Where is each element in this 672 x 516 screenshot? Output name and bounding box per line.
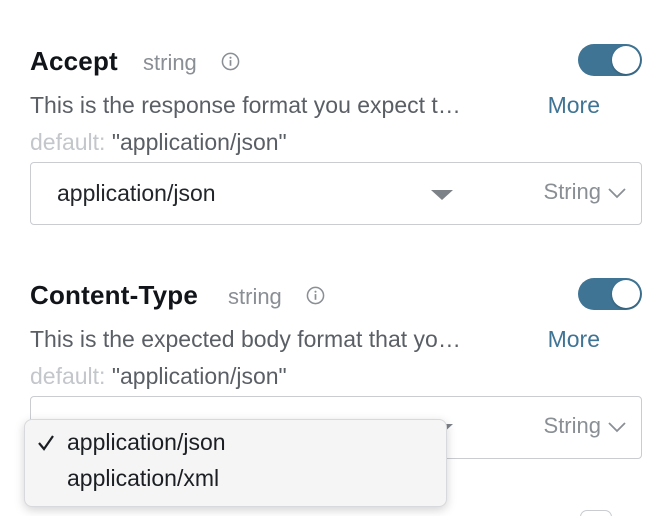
default-line: default: "application/json" <box>30 363 287 390</box>
default-line: default: "application/json" <box>30 129 287 156</box>
info-circle-icon[interactable] <box>221 52 240 71</box>
default-label: default: <box>30 363 106 389</box>
info-circle-icon[interactable] <box>306 286 325 305</box>
param-name: Content-Type <box>30 280 199 310</box>
caret-down-icon[interactable] <box>431 190 453 200</box>
param-header: Accept string <box>30 42 642 82</box>
default-value: "application/json" <box>111 129 287 155</box>
toggle-knob <box>612 46 640 74</box>
default-value: "application/json" <box>111 363 287 389</box>
value-type-select[interactable]: String <box>544 413 627 439</box>
param-description: This is the expected body format that yo… <box>30 326 461 352</box>
selected-value: application/json <box>57 180 216 206</box>
dropdown-option-label: application/xml <box>67 465 220 491</box>
checkmark-icon <box>38 435 54 451</box>
param-type: string <box>143 50 197 75</box>
parameters-panel: Accept string This is the response forma… <box>0 0 672 516</box>
param-name: Accept <box>30 46 118 76</box>
param-description: This is the response format you expect t… <box>30 92 461 118</box>
value-type-select[interactable]: String <box>544 179 627 205</box>
more-link[interactable]: More <box>548 92 600 119</box>
chevron-down-icon <box>608 422 626 433</box>
value-type-label: String <box>543 179 601 204</box>
enable-toggle[interactable] <box>578 44 642 76</box>
value-type-label: String <box>543 413 601 438</box>
more-link[interactable]: More <box>548 326 600 353</box>
param-type: string <box>228 284 282 309</box>
value-select[interactable]: application/json String <box>30 162 642 225</box>
chevron-down-icon <box>608 188 626 199</box>
default-label: default: <box>30 129 106 155</box>
dropdown-option-label: application/json <box>67 429 226 455</box>
next-toggle-partial <box>580 510 612 516</box>
toggle-knob <box>612 280 640 308</box>
dropdown-option[interactable]: application/json <box>25 420 446 462</box>
dropdown-menu: application/json application/xml <box>24 419 447 507</box>
param-header: Content-Type string <box>30 276 642 316</box>
dropdown-option[interactable]: application/xml <box>25 462 446 504</box>
enable-toggle[interactable] <box>578 278 642 310</box>
